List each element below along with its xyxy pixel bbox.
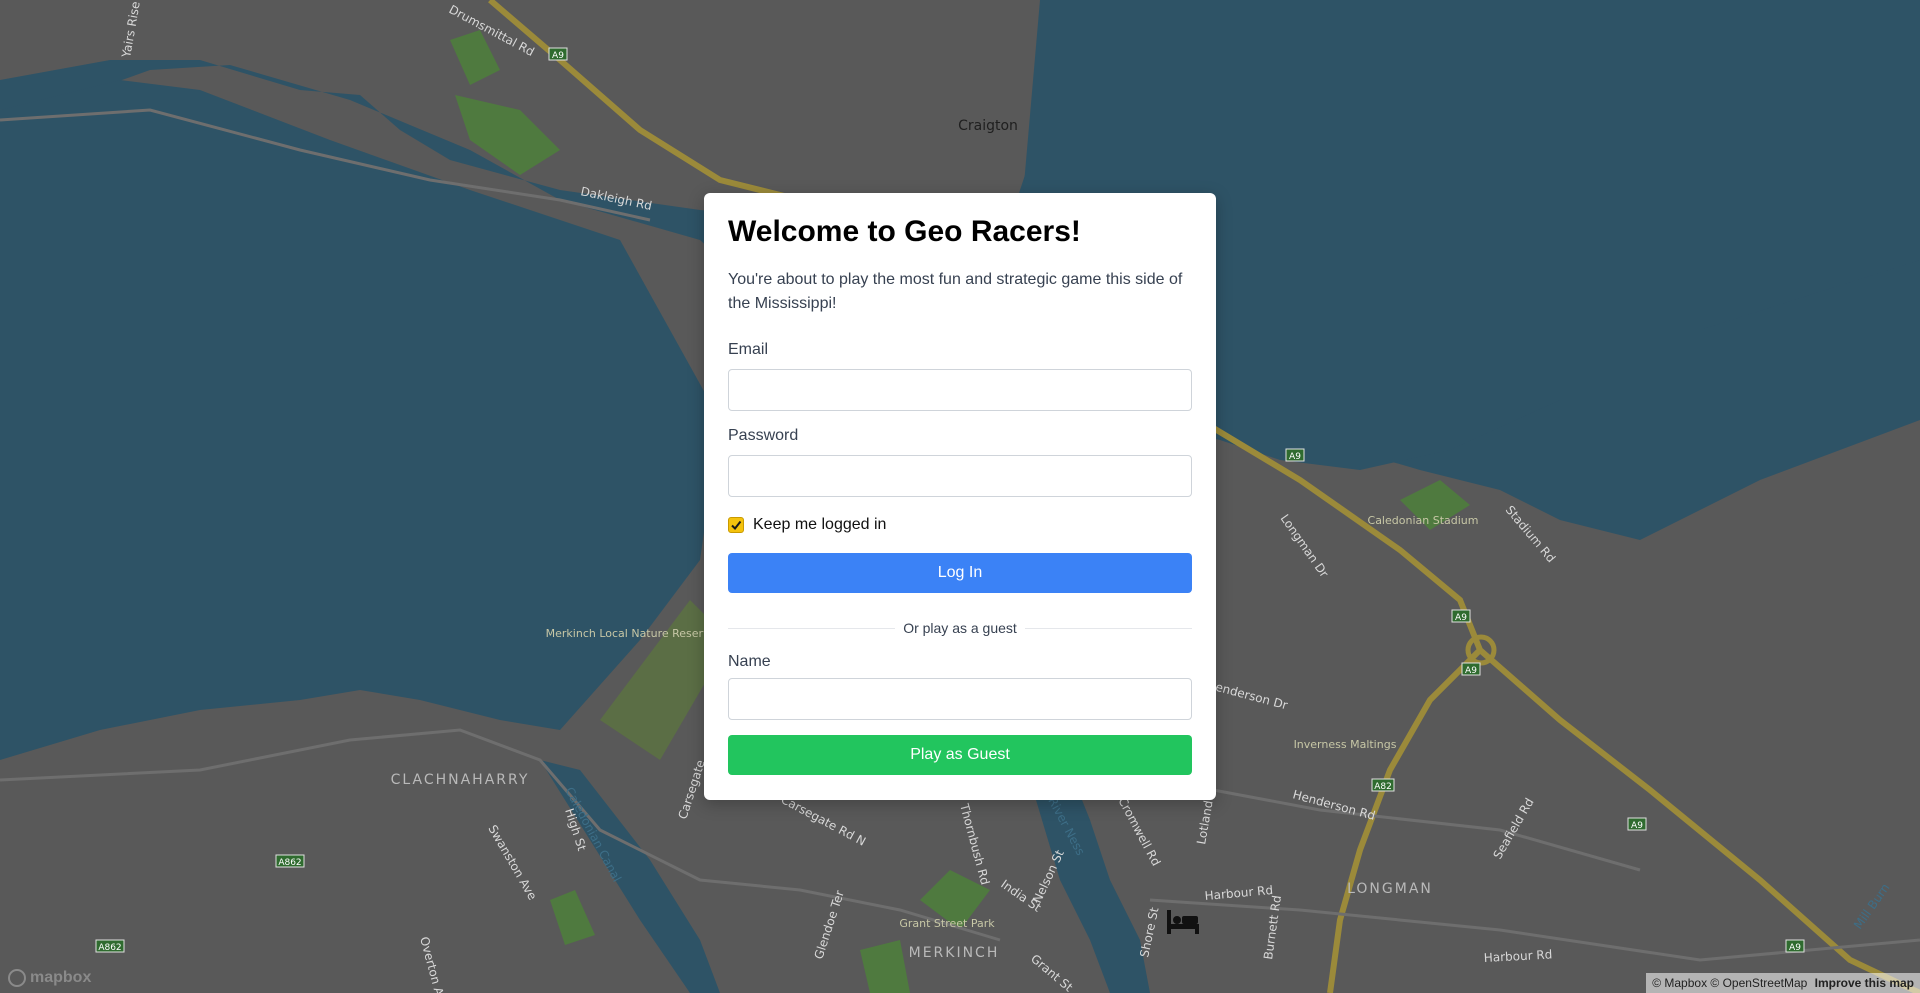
- road-shield: A9: [1285, 448, 1305, 462]
- road-shield: A9: [1627, 817, 1647, 831]
- name-field[interactable]: [728, 678, 1192, 720]
- keep-logged-in-label[interactable]: Keep me logged in: [753, 516, 886, 534]
- mapbox-logo[interactable]: mapbox: [8, 969, 91, 987]
- welcome-modal: Welcome to Geo Racers! You're about to p…: [704, 193, 1216, 800]
- svg-text:A9: A9: [1631, 821, 1643, 831]
- improve-map-link[interactable]: Improve this map: [1815, 976, 1914, 990]
- poi-label: Merkinch Local Nature Reserve: [546, 627, 717, 640]
- svg-text:A9: A9: [1455, 613, 1467, 623]
- place-label: Craigton: [958, 118, 1018, 134]
- poi-label: Caledonian Stadium: [1368, 514, 1479, 527]
- road-shield: A9: [1785, 939, 1805, 953]
- svg-text:A9: A9: [1789, 943, 1801, 953]
- checkmark-icon: [731, 520, 742, 531]
- guest-divider: Or play as a guest: [728, 618, 1192, 638]
- svg-text:A862: A862: [98, 943, 121, 953]
- svg-text:A9: A9: [1465, 666, 1477, 676]
- place-label: LONGMAN: [1347, 881, 1433, 897]
- road-shield: A82: [1371, 778, 1395, 792]
- place-label: CLACHNAHARRY: [391, 772, 530, 788]
- svg-text:A9: A9: [552, 51, 564, 61]
- poi-label: Inverness Maltings: [1294, 738, 1397, 751]
- play-as-guest-button[interactable]: Play as Guest: [728, 735, 1192, 775]
- login-button[interactable]: Log In: [728, 553, 1192, 593]
- keep-logged-in-row[interactable]: Keep me logged in: [728, 516, 886, 534]
- mapbox-logo-text: mapbox: [30, 969, 92, 986]
- name-label: Name: [728, 653, 771, 670]
- map-attribution: © Mapbox © OpenStreetMap Improve this ma…: [1646, 973, 1920, 993]
- road-shield: A862: [275, 854, 305, 868]
- divider-line-right: [1025, 628, 1192, 629]
- road-shield: A9: [548, 47, 568, 61]
- svg-text:A82: A82: [1374, 782, 1392, 792]
- email-field[interactable]: [728, 369, 1192, 411]
- place-label: MERKINCH: [909, 945, 1000, 961]
- svg-text:A9: A9: [1289, 452, 1301, 462]
- poi-label: Grant Street Park: [899, 917, 995, 930]
- attribution-text[interactable]: © Mapbox © OpenStreetMap: [1652, 976, 1807, 990]
- mapbox-icon: [8, 969, 26, 987]
- svg-text:A862: A862: [278, 858, 301, 868]
- keep-logged-in-checkbox[interactable]: [728, 517, 744, 533]
- password-label: Password: [728, 427, 799, 444]
- modal-intro: You're about to play the most fun and st…: [728, 271, 1183, 312]
- password-field[interactable]: [728, 455, 1192, 497]
- road-shield: A9: [1451, 609, 1471, 623]
- road-shield: A862: [95, 939, 125, 953]
- modal-title: Welcome to Geo Racers!: [728, 215, 1081, 248]
- email-label: Email: [728, 341, 769, 358]
- road-shield: A9: [1461, 662, 1481, 676]
